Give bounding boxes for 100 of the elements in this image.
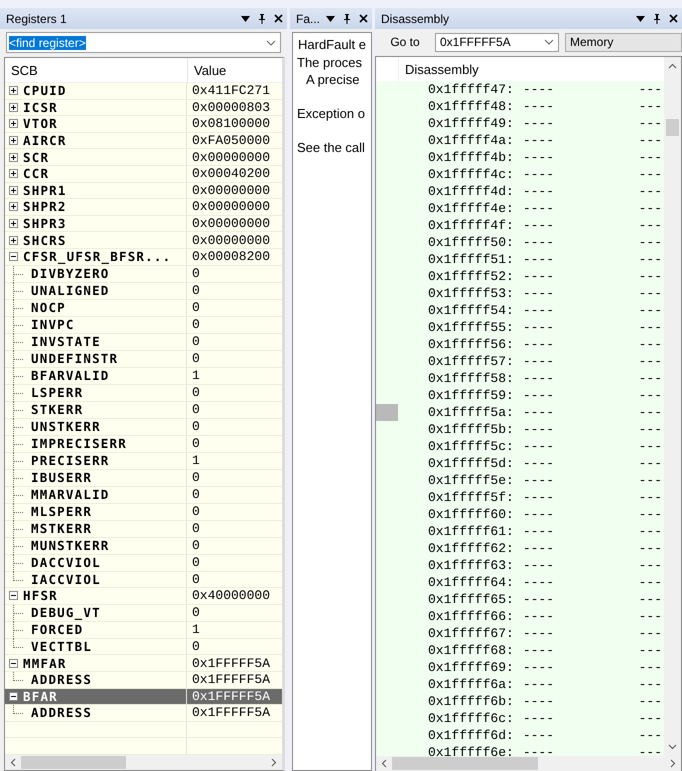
scroll-left-icon[interactable] xyxy=(381,759,387,768)
dropdown-icon[interactable] xyxy=(326,16,335,22)
register-row[interactable]: UNALIGNED 0 xyxy=(5,282,282,300)
collapse-icon[interactable] xyxy=(9,252,18,262)
register-row[interactable]: CPUID 0x411FC271 xyxy=(5,83,282,100)
register-row[interactable]: BFAR 0x1FFFFF5A xyxy=(5,688,282,706)
register-name: SHPR2 xyxy=(23,199,67,214)
address-text: 0x1fffff60: xyxy=(428,507,514,522)
code-text: ---- xyxy=(522,677,554,692)
scroll-right-icon[interactable] xyxy=(670,759,676,768)
scroll-left-icon[interactable] xyxy=(10,758,16,767)
register-row[interactable]: FORCED 1 xyxy=(5,622,282,639)
register-row[interactable]: LSPERR 0 xyxy=(5,384,282,402)
register-row[interactable]: INVPC 0 xyxy=(5,316,282,334)
register-value: 0 xyxy=(192,572,200,587)
chevron-icon[interactable] xyxy=(266,40,276,46)
register-row[interactable]: DACCVIOL 0 xyxy=(5,554,282,572)
expand-icon[interactable] xyxy=(9,202,18,212)
expand-icon[interactable] xyxy=(9,169,18,178)
register-row[interactable]: SHPR1 0x00000000 xyxy=(5,182,282,200)
register-row[interactable]: SHPR3 0x00000000 xyxy=(5,216,282,232)
address-text: 0x1fffff5b: xyxy=(428,422,514,437)
register-row[interactable]: UNSTKERR 0 xyxy=(5,418,282,436)
expand-icon[interactable] xyxy=(9,152,18,162)
register-row[interactable]: UNDEFINSTR 0 xyxy=(5,350,282,368)
register-name: VTOR xyxy=(23,116,58,132)
dropdown-icon[interactable] xyxy=(636,16,645,22)
code-text: ---- xyxy=(522,116,554,131)
scroll-right-icon[interactable] xyxy=(271,758,277,767)
register-row[interactable]: DIVBYZERO 0 xyxy=(5,266,282,283)
chevron-icon[interactable] xyxy=(544,39,554,45)
horizontal-scrollbar[interactable] xyxy=(5,755,282,770)
register-row[interactable]: MMARVALID 0 xyxy=(5,486,282,504)
register-row[interactable]: MUNSTKERR 0 xyxy=(5,538,282,555)
expand-icon[interactable] xyxy=(9,136,18,146)
collapse-icon[interactable] xyxy=(9,591,18,600)
dropdown-icon[interactable] xyxy=(241,16,250,22)
expand-icon[interactable] xyxy=(9,102,18,112)
register-row[interactable]: BFARVALID 1 xyxy=(5,368,282,385)
code-text: --- xyxy=(638,728,662,743)
register-value: 0 xyxy=(192,487,200,502)
register-name: CCR xyxy=(23,166,50,182)
expand-icon[interactable] xyxy=(9,86,18,96)
scroll-down-icon[interactable] xyxy=(668,744,677,750)
register-row[interactable]: SCR 0x00000000 xyxy=(5,149,282,166)
address-text: 0x1fffff67: xyxy=(428,626,514,641)
code-text: ---- xyxy=(522,133,554,148)
pin-icon[interactable] xyxy=(258,14,266,24)
close-icon[interactable] xyxy=(274,14,283,23)
register-row[interactable]: ADDRESS 0x1FFFFF5A xyxy=(5,705,282,722)
collapse-icon[interactable] xyxy=(9,658,18,668)
scroll-thumb[interactable] xyxy=(666,119,679,136)
register-row[interactable]: VECTTBL 0 xyxy=(5,638,282,656)
fault-text: The proces xyxy=(297,54,364,71)
pin-icon[interactable] xyxy=(343,14,351,24)
code-text: ---- xyxy=(522,626,554,641)
close-icon[interactable] xyxy=(359,14,368,23)
register-name: SCR xyxy=(23,150,50,165)
code-text: ---- xyxy=(522,558,554,573)
expand-icon[interactable] xyxy=(9,186,18,195)
register-row[interactable]: VTOR 0x08100000 xyxy=(5,116,282,133)
register-row[interactable]: IACCVIOL 0 xyxy=(5,572,282,588)
scroll-up-icon[interactable] xyxy=(668,63,677,69)
expand-icon[interactable] xyxy=(9,119,18,128)
view-combo[interactable]: Memory xyxy=(565,32,682,52)
code-text: ---- xyxy=(522,592,554,607)
column-header[interactable]: SCB xyxy=(5,58,188,82)
code-text: ---- xyxy=(522,167,554,182)
address-combo[interactable]: 0x1FFFFF5A xyxy=(435,32,559,52)
register-row[interactable]: NOCP 0 xyxy=(5,300,282,317)
register-row[interactable]: IBUSERR 0 xyxy=(5,470,282,487)
register-row[interactable]: HFSR 0x40000000 xyxy=(5,588,282,605)
register-row[interactable]: SHPR2 0x00000000 xyxy=(5,199,282,216)
register-value: 1 xyxy=(192,453,200,468)
expand-icon[interactable] xyxy=(9,236,18,245)
register-row[interactable]: INVSTATE 0 xyxy=(5,334,282,351)
register-row[interactable]: AIRCR 0xFA050000 xyxy=(5,132,282,150)
expand-icon[interactable] xyxy=(9,219,18,228)
register-row[interactable]: PRECISERR 1 xyxy=(5,452,282,470)
close-icon[interactable] xyxy=(669,14,678,23)
register-row[interactable]: STKERR 0 xyxy=(5,402,282,419)
register-row[interactable]: CFSR_UFSR_BFSR... 0x00008200 xyxy=(5,248,282,266)
code-text: ---- xyxy=(522,728,554,743)
code-text: --- xyxy=(638,82,662,97)
collapse-icon[interactable] xyxy=(9,692,18,701)
register-row[interactable]: DEBUG_VT 0 xyxy=(5,604,282,622)
column-header[interactable]: Value xyxy=(188,58,282,82)
register-row[interactable]: MSTKERR 0 xyxy=(5,520,282,538)
register-row[interactable]: MMFAR 0x1FFFFF5A xyxy=(5,655,282,672)
register-name: VECTTBL xyxy=(31,639,92,654)
register-row[interactable]: SHCRS 0x00000000 xyxy=(5,232,282,249)
pin-icon[interactable] xyxy=(653,14,661,24)
tree-line xyxy=(13,604,26,622)
register-name: DEBUG_VT xyxy=(31,605,101,620)
register-row[interactable]: MLSPERR 0 xyxy=(5,504,282,521)
register-row[interactable]: IMPRECISERR 0 xyxy=(5,436,282,453)
find-register-combo[interactable]: <find register> xyxy=(6,32,281,53)
code-text: --- xyxy=(638,456,662,471)
register-row[interactable]: ICSR 0x00000803 xyxy=(5,100,282,116)
register-row[interactable]: CCR 0x00040200 xyxy=(5,166,282,183)
